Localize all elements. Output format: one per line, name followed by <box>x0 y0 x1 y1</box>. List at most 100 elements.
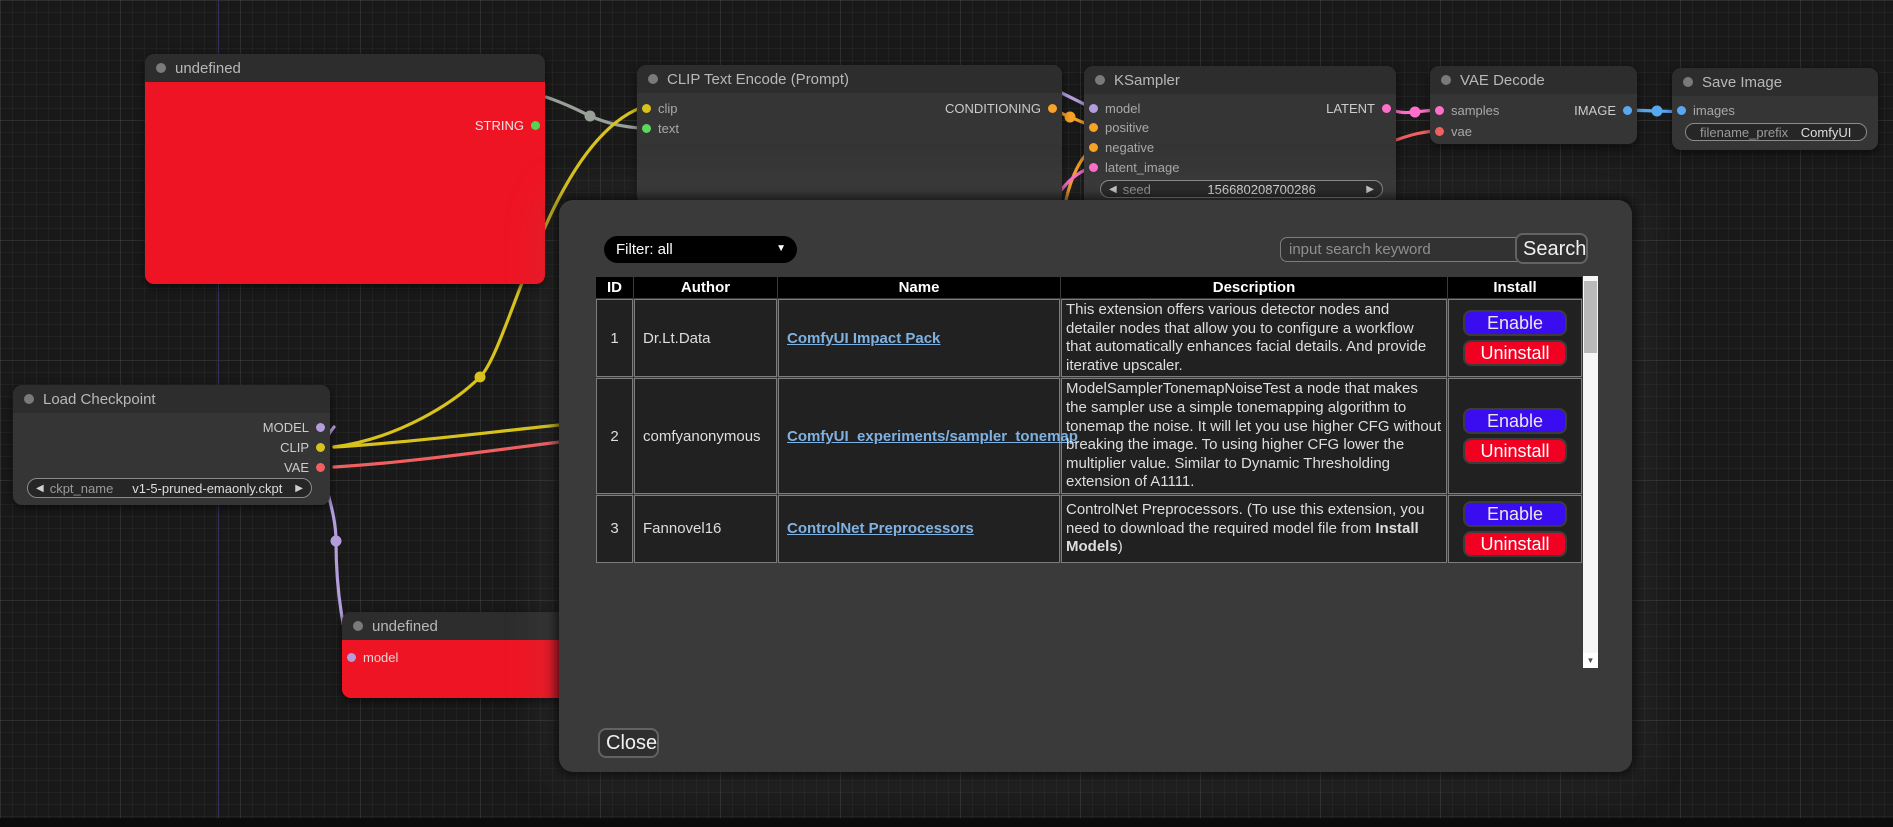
input-port-dot[interactable] <box>347 653 356 662</box>
node-save-image[interactable]: Save Image images filename_prefix ComfyU… <box>1672 68 1878 150</box>
output-port-dot[interactable] <box>316 463 325 472</box>
reroute-dot-string[interactable] <box>585 111 596 122</box>
node-undefined-top[interactable]: undefined STRING <box>145 54 545 284</box>
scrollbar-down-arrow-icon[interactable]: ▼ <box>1583 653 1598 668</box>
reroute-dot-latent[interactable] <box>1410 107 1421 118</box>
left-arrow-icon[interactable]: ◀ <box>36 483 44 494</box>
node-clip-text-encode[interactable]: CLIP Text Encode (Prompt) clip text COND… <box>637 65 1062 205</box>
table-scrollbar[interactable]: ▼ <box>1583 276 1598 668</box>
extension-table-wrap: ID Author Name Description Install 1 Dr.… <box>595 276 1599 668</box>
output-port-dot[interactable] <box>531 121 540 130</box>
enable-button[interactable]: Enable <box>1463 501 1567 527</box>
output-label: IMAGE <box>1574 103 1616 118</box>
comfyui-canvas[interactable]: undefined STRING CLIP Text Encode (Promp… <box>0 0 1893 827</box>
filter-select[interactable]: Filter: all <box>604 236 797 263</box>
node-collapse-dot[interactable] <box>648 74 658 84</box>
node-ksampler[interactable]: KSampler model positive negative latent_… <box>1084 66 1396 210</box>
node-body: MODEL CLIP VAE ◀ ckpt_name v1-5-pruned-e… <box>13 413 330 505</box>
input-port-dot[interactable] <box>1677 106 1686 115</box>
filename-prefix-widget[interactable]: filename_prefix ComfyUI <box>1685 123 1867 141</box>
node-title-bar[interactable]: undefined <box>145 54 545 82</box>
enable-button[interactable]: Enable <box>1463 310 1567 336</box>
node-title: undefined <box>372 618 438 635</box>
input-label: clip <box>658 101 678 116</box>
output-port-dot[interactable] <box>316 423 325 432</box>
ckpt-name-widget[interactable]: ◀ ckpt_name v1-5-pruned-emaonly.ckpt ▶ <box>27 478 312 498</box>
node-collapse-dot[interactable] <box>353 621 363 631</box>
output-string: STRING <box>475 117 545 133</box>
seed-widget[interactable]: ◀ seed 156680208700286 ▶ <box>1100 180 1383 198</box>
extension-link[interactable]: ComfyUI Impact Pack <box>787 330 940 347</box>
node-collapse-dot[interactable] <box>156 63 166 73</box>
input-port-dot[interactable] <box>642 124 651 133</box>
node-body: clip text CONDITIONING <box>637 93 1062 205</box>
input-port-dot[interactable] <box>642 104 651 113</box>
scrollbar-thumb[interactable] <box>1584 281 1597 353</box>
node-load-checkpoint[interactable]: Load Checkpoint MODEL CLIP VAE ◀ ckpt_na… <box>13 385 330 505</box>
col-header-description: Description <box>1061 277 1447 298</box>
search-button[interactable]: Search <box>1515 233 1588 264</box>
uninstall-button[interactable]: Uninstall <box>1463 531 1567 557</box>
table-row: 3 Fannovel16 ControlNet Preprocessors Co… <box>596 495 1582 563</box>
output-port-dot[interactable] <box>1623 106 1632 115</box>
extension-link[interactable]: ControlNet Preprocessors <box>787 520 974 537</box>
right-arrow-icon[interactable]: ▶ <box>1366 184 1374 195</box>
reroute-dot-model[interactable] <box>331 536 342 547</box>
node-vae-decode[interactable]: VAE Decode samples vae IMAGE <box>1430 66 1637 144</box>
output-port-dot[interactable] <box>1382 104 1391 113</box>
input-port-dot[interactable] <box>1435 127 1444 136</box>
input-port-dot[interactable] <box>1435 106 1444 115</box>
search-input[interactable] <box>1280 237 1524 262</box>
close-button[interactable]: Close <box>598 728 659 758</box>
node-collapse-dot[interactable] <box>1441 75 1451 85</box>
node-title-bar[interactable]: VAE Decode <box>1430 66 1637 94</box>
node-title-bar[interactable]: KSampler <box>1084 66 1396 94</box>
output-port-dot[interactable] <box>316 443 325 452</box>
col-header-author: Author <box>634 277 777 298</box>
node-title-bar[interactable]: undefined <box>342 612 572 640</box>
extension-link[interactable]: ComfyUI_experiments/sampler_tonemap <box>787 428 1078 445</box>
input-label: model <box>363 650 398 665</box>
node-title-bar[interactable]: Save Image <box>1672 68 1878 96</box>
widget-label: ckpt_name <box>50 481 114 496</box>
widget-value[interactable]: 156680208700286 <box>1157 182 1366 197</box>
enable-button[interactable]: Enable <box>1463 408 1567 434</box>
output-label: CONDITIONING <box>945 101 1041 116</box>
input-vae: vae <box>1430 123 1472 139</box>
right-arrow-icon[interactable]: ▶ <box>295 483 303 494</box>
reroute-dot-conditioning[interactable] <box>1065 112 1076 123</box>
input-samples: samples <box>1430 102 1499 118</box>
node-title-bar[interactable]: CLIP Text Encode (Prompt) <box>637 65 1062 93</box>
uninstall-button[interactable]: Uninstall <box>1463 340 1567 366</box>
output-latent: LATENT <box>1326 100 1396 116</box>
col-header-install: Install <box>1448 277 1582 298</box>
node-collapse-dot[interactable] <box>1683 77 1693 87</box>
input-port-dot[interactable] <box>1089 163 1098 172</box>
cell-install: Enable Uninstall <box>1448 378 1582 494</box>
cell-install: Enable Uninstall <box>1448 299 1582 377</box>
widget-value[interactable]: v1-5-pruned-emaonly.ckpt <box>119 481 295 496</box>
left-arrow-icon[interactable]: ◀ <box>1109 184 1117 195</box>
input-model: model <box>1084 100 1140 116</box>
col-header-id: ID <box>596 277 633 298</box>
description-text: ControlNet Preprocessors. (To use this e… <box>1066 501 1425 537</box>
input-label: images <box>1693 103 1735 118</box>
node-collapse-dot[interactable] <box>24 394 34 404</box>
input-negative: negative <box>1084 139 1154 155</box>
input-port-dot[interactable] <box>1089 104 1098 113</box>
input-images: images <box>1672 102 1735 118</box>
node-title-bar[interactable]: Load Checkpoint <box>13 385 330 413</box>
output-port-dot[interactable] <box>1048 104 1057 113</box>
input-port-dot[interactable] <box>1089 123 1098 132</box>
input-port-dot[interactable] <box>1089 143 1098 152</box>
extension-manager-dialog: Filter: all ▼ Search ID Author Name Desc… <box>559 200 1632 772</box>
node-collapse-dot[interactable] <box>1095 75 1105 85</box>
reroute-dot-image[interactable] <box>1652 106 1663 117</box>
widget-value[interactable]: ComfyUI <box>1794 125 1858 140</box>
node-undefined-bottom[interactable]: undefined model <box>342 612 572 698</box>
input-label: positive <box>1105 120 1149 135</box>
output-label: LATENT <box>1326 101 1375 116</box>
widget-label: seed <box>1123 182 1151 197</box>
reroute-dot-clip[interactable] <box>475 372 486 383</box>
uninstall-button[interactable]: Uninstall <box>1463 438 1567 464</box>
